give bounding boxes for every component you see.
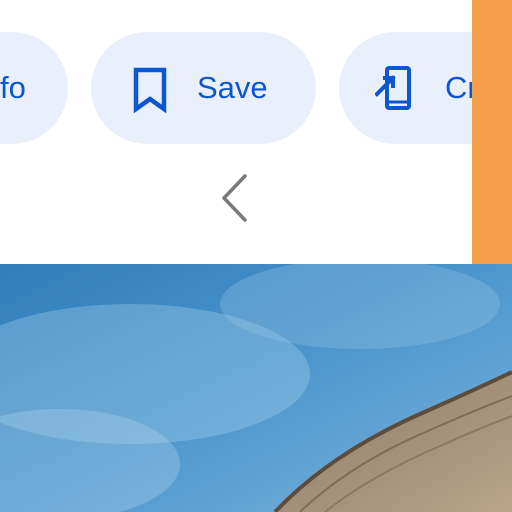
action-chip-row: fo Save Cr — [0, 32, 472, 144]
add-to-device-icon — [375, 64, 415, 112]
chevron-left-icon — [219, 173, 249, 228]
create-button[interactable]: Cr — [339, 32, 472, 144]
info-button-label: fo — [0, 70, 26, 105]
action-panel: fo Save Cr — [0, 0, 472, 264]
info-button[interactable]: fo — [0, 32, 68, 144]
place-photo[interactable] — [0, 264, 512, 512]
create-button-label: Cr — [445, 70, 472, 105]
side-panel-edge — [472, 0, 512, 264]
save-button-label: Save — [197, 70, 268, 105]
back-chevron-button[interactable] — [214, 172, 254, 228]
bookmark-icon — [131, 66, 169, 114]
save-button[interactable]: Save — [91, 32, 316, 144]
